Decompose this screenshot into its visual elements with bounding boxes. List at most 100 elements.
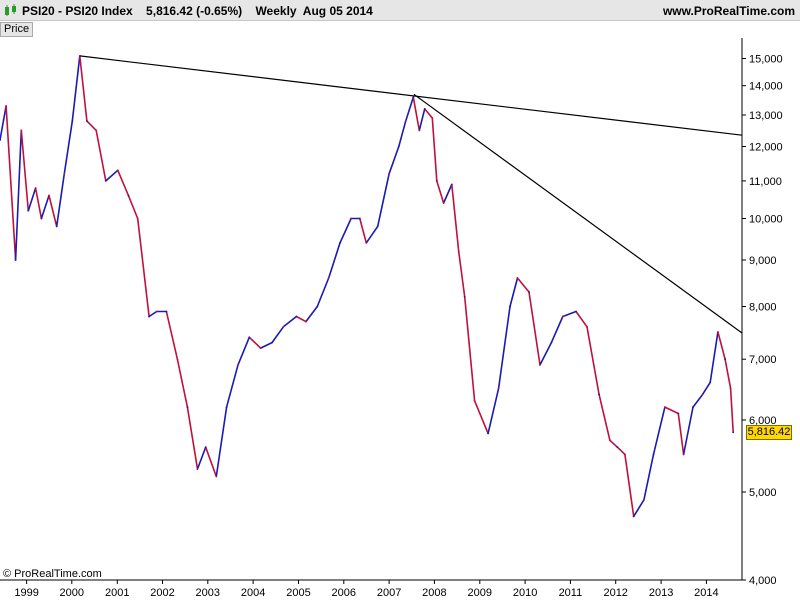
price-point	[463, 295, 466, 298]
price-point	[435, 180, 438, 182]
price-point	[55, 225, 58, 228]
price-point	[487, 432, 489, 435]
price-point	[295, 315, 298, 318]
price-point	[148, 315, 151, 318]
price-point	[204, 446, 207, 449]
x-tick-label: 2010	[513, 587, 537, 599]
price-point	[316, 305, 319, 308]
price-point	[95, 129, 98, 132]
price-point	[586, 325, 588, 328]
price-point	[516, 277, 519, 279]
price-point	[136, 217, 139, 220]
x-tick-label: 2013	[649, 587, 673, 599]
x-tick-label: 2001	[105, 587, 129, 599]
price-point	[327, 277, 330, 279]
x-tick-label: 2008	[422, 587, 446, 599]
price-point	[701, 393, 704, 396]
y-tick-label: 7,000	[749, 354, 777, 366]
price-point	[717, 331, 719, 333]
price-point	[116, 169, 119, 172]
price-point	[732, 431, 735, 434]
price-point	[724, 358, 726, 361]
price-point	[20, 129, 23, 132]
price-point	[412, 96, 415, 99]
price-point	[418, 129, 421, 132]
y-tick-label: 12,000	[749, 142, 783, 154]
price-point	[271, 341, 273, 344]
price-point	[509, 305, 511, 308]
price-point	[388, 172, 390, 175]
x-tick-label: 2005	[286, 587, 310, 599]
price-point	[652, 453, 655, 456]
x-tick-label: 2012	[603, 587, 627, 599]
price-point	[497, 387, 500, 390]
price-point	[259, 347, 262, 349]
price-point	[365, 242, 368, 244]
price-point	[423, 108, 426, 110]
price-point	[404, 120, 407, 122]
price-point	[40, 217, 43, 220]
price-point	[598, 393, 600, 396]
price-point	[632, 515, 635, 518]
price-point	[709, 381, 712, 384]
price-point	[34, 187, 37, 190]
price-point	[215, 475, 218, 478]
price-point	[561, 315, 564, 318]
price-point	[457, 250, 460, 253]
x-tick-label: 2003	[196, 587, 220, 599]
x-tick-label: 2014	[694, 587, 718, 599]
y-tick-label: 9,000	[749, 255, 777, 267]
y-tick-label: 10,000	[749, 214, 783, 226]
y-tick-label: 5,000	[749, 487, 777, 499]
price-point	[450, 183, 453, 186]
price-point	[176, 358, 179, 361]
x-tick-label: 2002	[150, 587, 174, 599]
x-tick-label: 2000	[60, 587, 84, 599]
price-point	[350, 217, 352, 220]
price-point	[225, 406, 228, 408]
y-tick-label: 13,000	[749, 110, 783, 122]
price-point	[616, 446, 619, 449]
x-tick-label: 2006	[332, 587, 356, 599]
price-point	[528, 291, 530, 293]
price-point	[539, 364, 541, 366]
price-point	[127, 194, 130, 197]
price-point	[186, 406, 189, 408]
price-point	[165, 310, 168, 313]
price-point	[575, 310, 577, 313]
price-point	[27, 209, 30, 212]
price-point	[63, 172, 66, 175]
price-point	[14, 259, 17, 261]
price-point	[237, 364, 239, 366]
price-point	[624, 453, 626, 456]
price-chart[interactable]: 4,0005,0006,0007,0008,0009,00010,00011,0…	[0, 0, 800, 600]
price-point	[358, 217, 361, 220]
price-point	[431, 117, 434, 119]
price-point	[376, 225, 379, 228]
x-tick-label: 2009	[468, 587, 492, 599]
price-point	[682, 453, 685, 456]
price-point	[155, 310, 158, 313]
price-point	[86, 120, 88, 122]
price-point	[609, 439, 611, 442]
price-point	[729, 387, 732, 390]
price-point	[643, 499, 645, 501]
copyright-text: © ProRealTime.com	[3, 568, 102, 580]
price-point	[550, 341, 553, 344]
price-point	[397, 145, 400, 148]
x-tick-label: 2004	[241, 587, 265, 599]
y-tick-label: 14,000	[749, 81, 783, 93]
price-point	[104, 180, 107, 182]
x-tick-label: 1999	[14, 587, 38, 599]
price-point	[692, 406, 694, 408]
price-point	[339, 242, 341, 244]
price-point	[305, 320, 307, 323]
x-tick-label: 2011	[559, 587, 583, 599]
price-point	[48, 194, 50, 197]
price-point	[442, 202, 445, 204]
y-tick-label: 4,000	[749, 575, 777, 587]
price-point	[282, 325, 285, 328]
y-tick-label: 8,000	[749, 302, 777, 314]
price-point	[5, 105, 7, 107]
price-point	[473, 399, 476, 402]
